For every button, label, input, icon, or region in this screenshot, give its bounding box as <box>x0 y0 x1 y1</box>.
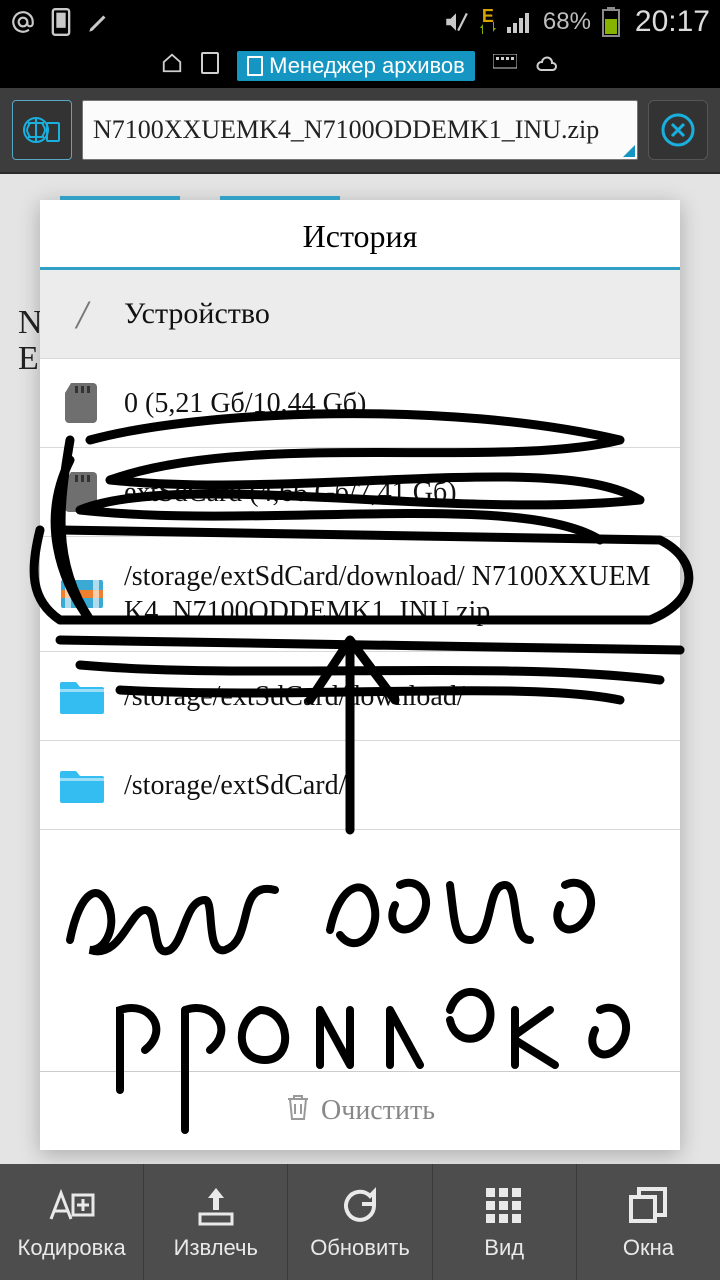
cloud-small-icon[interactable] <box>535 55 559 78</box>
folder-icon <box>60 674 104 718</box>
nav-label: Вид <box>484 1235 524 1261</box>
history-list: / Устройство 0 (5,21 Gб/10,44 Gб) extSdC… <box>40 270 680 1071</box>
grid-icon <box>484 1183 524 1229</box>
keyboard-small-icon[interactable] <box>493 54 517 78</box>
sd-card-icon <box>60 470 104 514</box>
close-button[interactable] <box>648 100 708 160</box>
phone-icon <box>50 8 72 36</box>
history-row[interactable]: 0 (5,21 Gб/10,44 Gб) <box>40 359 680 448</box>
nav-windows[interactable]: Окна <box>577 1164 720 1280</box>
nav-view[interactable]: Вид <box>433 1164 577 1280</box>
battery-percent: 68% <box>543 8 591 36</box>
history-dialog: История / Устройство 0 (5,21 Gб/10,44 Gб… <box>40 200 680 1150</box>
status-bar: E 68% 20:17 <box>0 0 720 44</box>
encoding-icon <box>47 1183 97 1229</box>
sd-card-icon <box>60 381 104 425</box>
background-text: N E <box>18 305 43 376</box>
windows-icon <box>627 1183 669 1229</box>
signal-icon <box>507 11 533 33</box>
nav-label: Обновить <box>310 1235 410 1261</box>
tablet-icon[interactable] <box>201 52 219 80</box>
history-row[interactable]: /storage/extSdCard/download/ N7100XXUEMK… <box>40 537 680 652</box>
at-icon <box>10 9 36 35</box>
address-bar-area: N7100XXUEMK4_N7100ODDEMK1_INU.zip <box>0 88 720 174</box>
refresh-icon <box>339 1183 381 1229</box>
nav-label: Окна <box>623 1235 674 1261</box>
recent-apps-bar: Менеджер архивов <box>0 44 720 88</box>
trash-icon <box>285 1092 311 1130</box>
folder-icon <box>60 763 104 807</box>
nav-label: Извлечь <box>174 1235 258 1261</box>
clear-button[interactable]: Очистить <box>40 1071 680 1150</box>
slash-icon: / <box>60 292 104 336</box>
archive-icon <box>60 572 104 616</box>
battery-icon <box>601 7 621 37</box>
mute-icon <box>443 9 469 35</box>
bottom-nav: Кодировка Извлечь Обновить Вид Окна <box>0 1164 720 1280</box>
nav-encoding[interactable]: Кодировка <box>0 1164 144 1280</box>
clock: 20:17 <box>635 5 710 39</box>
history-row[interactable]: /storage/extSdCard/download/ <box>40 652 680 741</box>
nav-refresh[interactable]: Обновить <box>288 1164 432 1280</box>
history-row[interactable]: /storage/extSdCard/ <box>40 741 680 830</box>
device-switch-button[interactable] <box>12 100 72 160</box>
dropdown-corner-icon <box>623 145 635 157</box>
address-field[interactable]: N7100XXUEMK4_N7100ODDEMK1_INU.zip <box>82 100 638 160</box>
nav-extract[interactable]: Извлечь <box>144 1164 288 1280</box>
pencil-icon <box>86 9 112 35</box>
network-type-icon: E <box>479 10 497 35</box>
active-app-chip[interactable]: Менеджер архивов <box>237 51 475 81</box>
device-header-row: / Устройство <box>40 270 680 359</box>
home-icon[interactable] <box>161 52 183 80</box>
nav-label: Кодировка <box>18 1235 126 1261</box>
dialog-title: История <box>40 200 680 270</box>
history-row[interactable]: extSdCard (4,66 Gб/7,41 Gб) <box>40 448 680 537</box>
extract-icon <box>194 1183 238 1229</box>
